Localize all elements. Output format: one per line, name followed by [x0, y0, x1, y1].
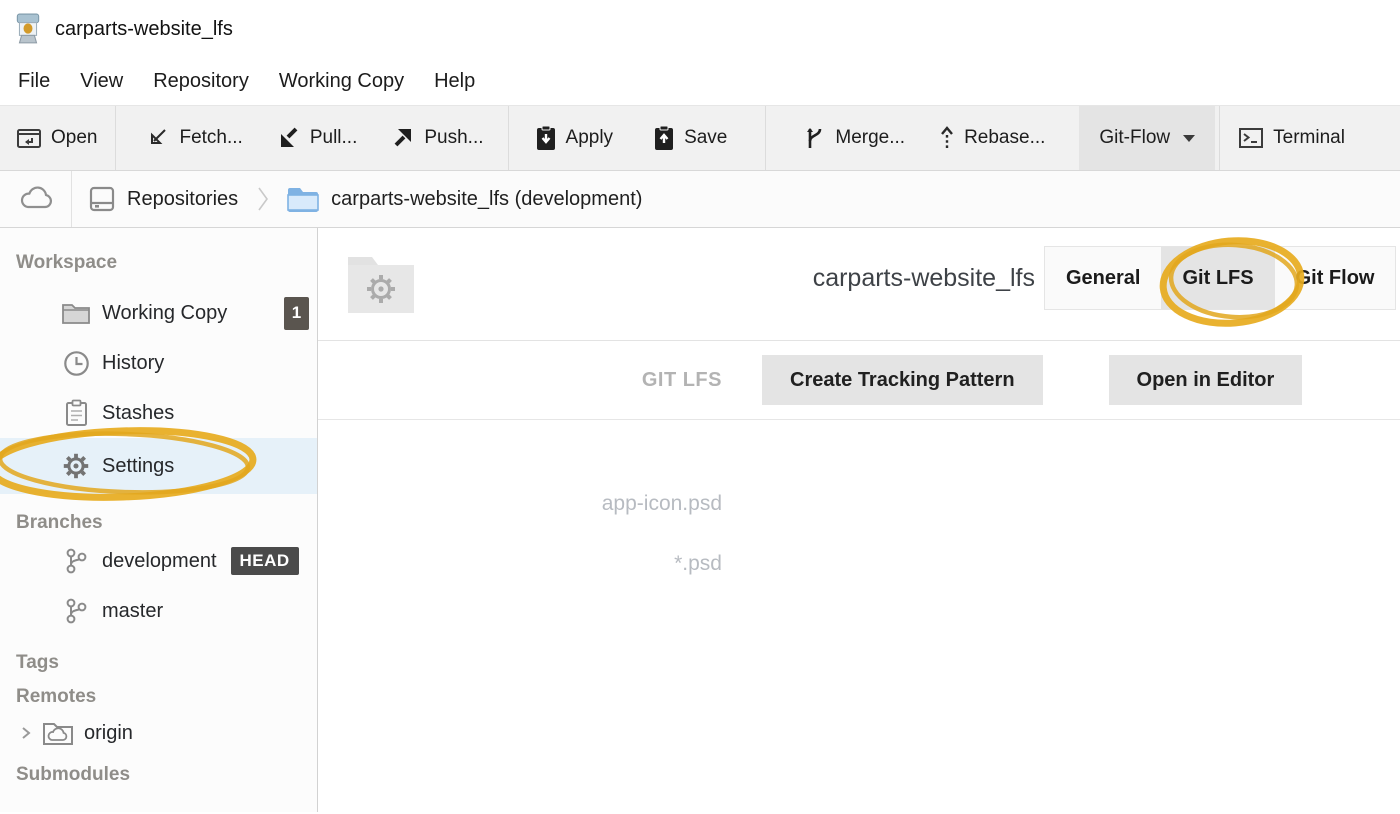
sidebar-item-remote-origin[interactable]: origin [0, 710, 317, 756]
terminal-label: Terminal [1273, 127, 1345, 149]
git-lfs-section-label: GIT LFS [642, 369, 722, 391]
toolbar: Open Fetch... Pull... Push... [0, 105, 1400, 171]
pull-button[interactable]: Pull... [263, 106, 372, 170]
branch-icon [60, 547, 92, 575]
window-title: carparts-website_lfs [55, 18, 233, 41]
sidebar-section-submodules: Submodules [0, 762, 317, 788]
toolbar-separator [1219, 106, 1220, 170]
repositories-drive-icon[interactable] [88, 186, 116, 212]
breadcrumb-separator [71, 171, 72, 227]
terminal-icon [1238, 126, 1264, 150]
tab-git-lfs[interactable]: Git LFS [1161, 247, 1274, 309]
rebase-label: Rebase... [964, 127, 1045, 149]
settings-panel: carparts-website_lfs General Git LFS Git… [318, 228, 1400, 812]
open-folder-icon [16, 126, 42, 150]
pull-icon [277, 126, 301, 150]
open-in-editor-button[interactable]: Open in Editor [1109, 355, 1303, 405]
save-label: Save [684, 127, 727, 149]
save-clipboard-icon [653, 125, 675, 151]
repo-settings-folder-icon [344, 251, 418, 319]
folder-icon [60, 301, 92, 325]
sidebar-section-remotes: Remotes [0, 684, 317, 710]
menu-bar: File View Repository Working Copy Help [0, 58, 1400, 105]
rebase-button[interactable]: Rebase... [925, 106, 1059, 170]
lfs-pattern-item: *.psd [318, 552, 722, 576]
breadcrumb-current-repo[interactable]: carparts-website_lfs (development) [331, 188, 642, 211]
menu-repository[interactable]: Repository [153, 70, 249, 93]
lfs-pattern-item: app-icon.psd [318, 492, 722, 516]
create-tracking-pattern-button[interactable]: Create Tracking Pattern [762, 355, 1043, 405]
breadcrumb: Repositories carparts-website_lfs (devel… [0, 171, 1400, 228]
sidebar-item-label: origin [84, 722, 133, 745]
merge-icon [804, 126, 826, 150]
git-flow-label: Git-Flow [1099, 127, 1170, 149]
menu-file[interactable]: File [18, 70, 50, 93]
sidebar-item-branch-development[interactable]: development HEAD [0, 536, 317, 586]
terminal-button[interactable]: Terminal [1224, 106, 1359, 170]
sidebar-item-history[interactable]: History [0, 338, 317, 388]
repo-folder-icon [286, 185, 320, 213]
git-lfs-section-row: GIT LFS Create Tracking Pattern Open in … [318, 341, 1400, 420]
toolbar-separator [508, 106, 509, 170]
merge-button[interactable]: Merge... [790, 106, 919, 170]
tab-git-flow[interactable]: Git Flow [1275, 247, 1396, 309]
sourcetree-app-icon [14, 13, 42, 45]
dropdown-arrow-icon [1183, 135, 1195, 142]
rebase-icon [939, 126, 955, 150]
open-button[interactable]: Open [0, 106, 115, 170]
settings-tabs: General Git LFS Git Flow [1044, 246, 1396, 310]
apply-label: Apply [566, 127, 614, 149]
sidebar-item-settings[interactable]: Settings [0, 438, 317, 494]
sidebar-item-label: Working Copy [102, 302, 227, 325]
push-label: Push... [424, 127, 483, 149]
chevron-right-icon [256, 184, 270, 214]
menu-working-copy[interactable]: Working Copy [279, 70, 404, 93]
open-label: Open [51, 127, 97, 149]
sidebar-item-branch-master[interactable]: master [0, 586, 317, 636]
settings-header: carparts-website_lfs General Git LFS Git… [318, 228, 1400, 341]
fetch-icon [146, 126, 170, 150]
sidebar-item-label: Settings [102, 455, 174, 478]
sidebar: Workspace Working Copy 1 [0, 228, 318, 812]
remote-folder-icon [42, 719, 74, 747]
repo-title: carparts-website_lfs [813, 264, 1035, 293]
sidebar-section-tags: Tags [0, 650, 317, 676]
merge-label: Merge... [835, 127, 905, 149]
branch-icon [60, 597, 92, 625]
push-button[interactable]: Push... [377, 106, 497, 170]
sidebar-item-label: Stashes [102, 402, 174, 425]
expander-chevron-icon[interactable] [18, 723, 34, 743]
fetch-label: Fetch... [179, 127, 242, 149]
tab-general[interactable]: General [1045, 247, 1161, 309]
menu-help[interactable]: Help [434, 70, 475, 93]
apply-clipboard-icon [535, 125, 557, 151]
sidebar-item-stashes[interactable]: Stashes [0, 388, 317, 438]
lfs-pattern-list: app-icon.psd *.psd [318, 492, 1400, 576]
sidebar-section-workspace: Workspace [0, 250, 317, 276]
fetch-button[interactable]: Fetch... [132, 106, 256, 170]
breadcrumb-repositories[interactable]: Repositories [127, 188, 238, 211]
sidebar-item-label: development [102, 550, 217, 573]
clipboard-icon [60, 399, 92, 427]
sidebar-item-label: History [102, 352, 164, 375]
title-bar: carparts-website_lfs [0, 0, 1400, 58]
push-icon [391, 126, 415, 150]
sidebar-section-branches: Branches [0, 510, 317, 536]
sidebar-item-label: master [102, 600, 163, 623]
toolbar-separator [115, 106, 116, 170]
toolbar-separator [765, 106, 766, 170]
working-copy-count-badge: 1 [284, 297, 309, 330]
git-flow-button[interactable]: Git-Flow [1079, 106, 1215, 170]
cloud-icon[interactable] [18, 186, 55, 212]
head-badge: HEAD [231, 547, 299, 575]
save-stash-button[interactable]: Save [639, 106, 741, 170]
clock-icon [60, 350, 92, 377]
apply-stash-button[interactable]: Apply [521, 106, 628, 170]
pull-label: Pull... [310, 127, 358, 149]
gear-icon [60, 452, 92, 480]
menu-view[interactable]: View [80, 70, 123, 93]
sidebar-item-working-copy[interactable]: Working Copy 1 [0, 288, 317, 338]
sourcetree-window: carparts-website_lfs File View Repositor… [0, 0, 1400, 814]
